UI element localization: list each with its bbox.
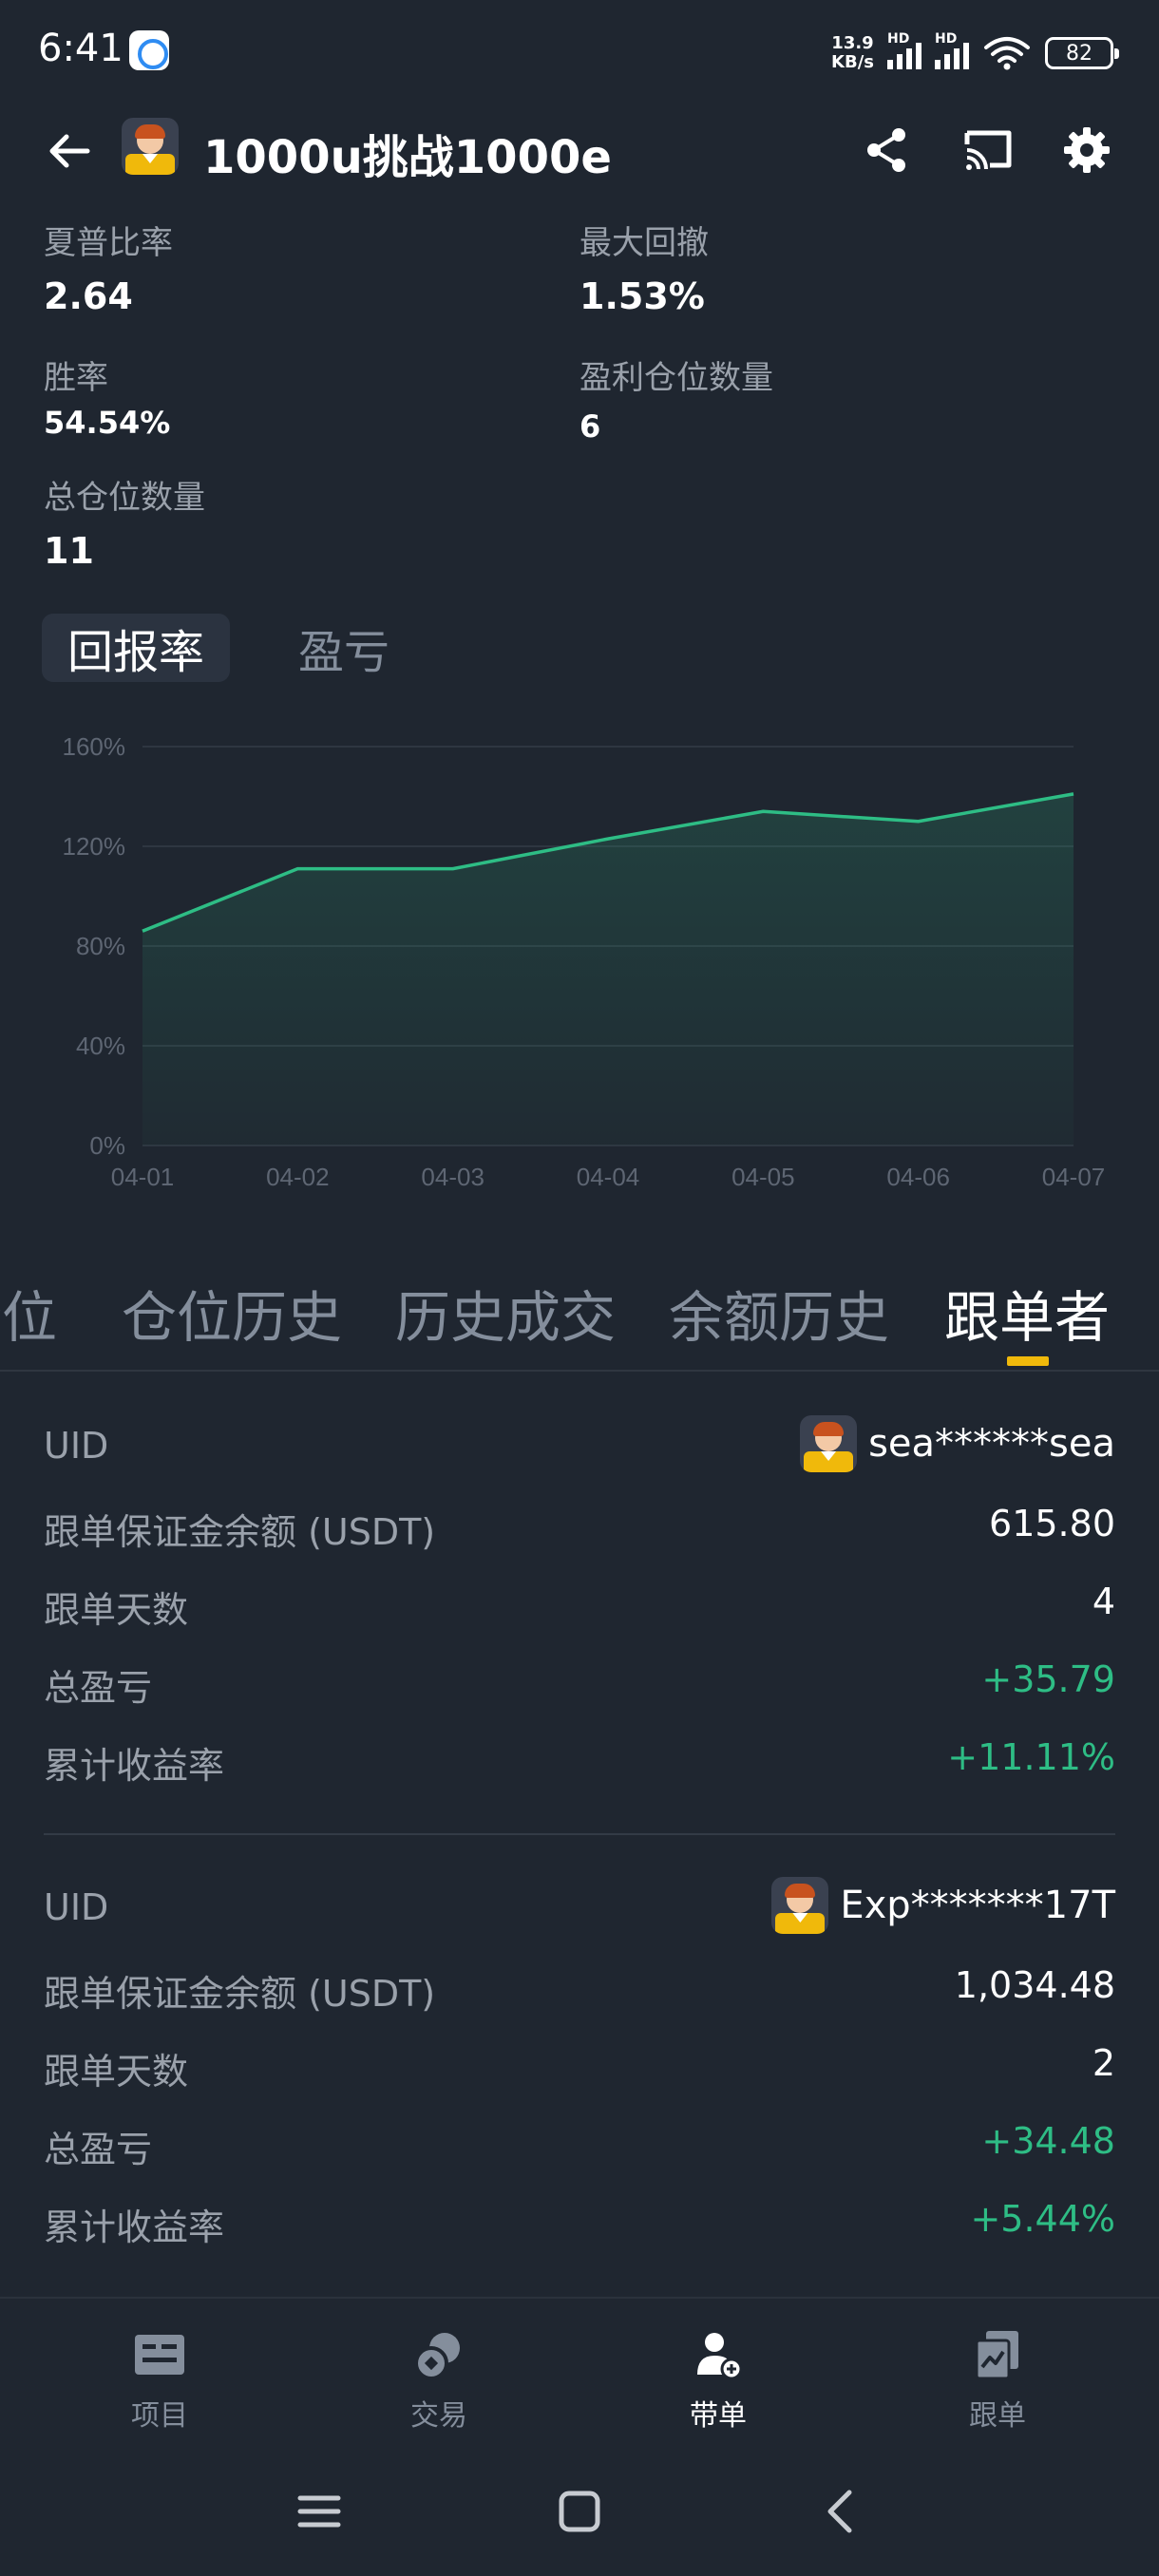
nav-trade-label: 交易 [410,2399,467,2433]
system-back-icon[interactable] [813,2483,870,2540]
tab-positions[interactable]: 仓位 [0,1273,57,1353]
follow-days-value: 2 [1092,2042,1115,2084]
cast-icon[interactable] [961,123,1015,177]
gear-icon[interactable] [1060,123,1113,177]
tab-pnl[interactable]: 盈亏 [277,614,410,682]
return-rate-chart[interactable]: 0% 40% 80% 120% 160% 04-01 04-02 04-03 04-04 04-0… [0,703,1159,1197]
hd-1-label: HD [887,31,910,47]
total-pnl-value: +34.48 [981,2120,1115,2162]
back-arrow-icon[interactable] [44,125,95,177]
cumulative-roi-label: 累计收益率 [44,1745,225,1787]
network-speed: 13.9 KB/s [831,34,874,72]
copy-trading-icon [975,2331,1018,2380]
status-time: 6:41 [38,27,124,70]
nav-lead-trading[interactable]: 带单 [633,2327,804,2441]
chart-y-tick: 160% [63,732,126,761]
chart-x-tick: 04-07 [1042,1163,1106,1191]
wifi-icon [984,37,1030,70]
share-icon[interactable] [861,123,914,177]
nav-copy-trading[interactable]: 跟单 [912,2327,1083,2441]
total-positions-label: 总仓位数量 [44,479,205,517]
projects-icon [135,2335,184,2375]
follower-uid: sea******sea [800,1415,1115,1472]
win-rate-value: 54.54% [44,405,171,441]
status-bar: 6:41 13.9 KB/s HD HD 82 [0,0,1159,104]
tab-return-rate[interactable]: 回报率 [42,614,230,682]
trader-avatar [122,118,179,175]
margin-balance-value: 615.80 [989,1503,1115,1544]
cumulative-roi-value: +5.44% [970,2198,1115,2240]
follow-days-label: 跟单天数 [44,1589,189,1631]
profit-positions-value: 6 [580,408,601,445]
signal-2-icon: HD [935,31,969,69]
home-icon[interactable] [551,2483,608,2540]
network-speed-unit: KB/s [831,52,874,72]
section-tabs: 仓位 仓位历史 历史成交 余额历史 跟单者 [0,1273,1159,1372]
chart-x-tick: 04-04 [577,1163,640,1191]
uid-value: Exp*******17T [840,1884,1115,1927]
active-tab-indicator [1007,1356,1049,1366]
tab-trade-history[interactable]: 历史成交 [395,1273,616,1353]
system-nav-bar [0,2453,1159,2576]
lead-trading-icon [697,2333,743,2380]
notification-app-icon [129,30,169,70]
signal-1-icon: HD [887,31,922,69]
follow-days-label: 跟单天数 [44,2051,189,2093]
nav-trade[interactable]: 交易 [353,2327,524,2441]
battery-icon: 82 [1045,37,1119,69]
margin-balance-value: 1,034.48 [954,1964,1115,2006]
max-drawdown-label: 最大回撤 [580,224,709,262]
network-speed-value: 13.9 [831,33,874,53]
chart-x-tick: 04-05 [732,1163,795,1191]
menu-icon[interactable] [291,2483,348,2540]
uid-label: UID [44,1425,109,1467]
card-divider [44,1833,1115,1835]
nav-projects-label: 项目 [131,2399,188,2433]
total-pnl-value: +35.79 [981,1658,1115,1700]
follower-avatar [771,1877,829,1934]
total-positions-value: 11 [44,530,94,572]
nav-copy-trading-label: 跟单 [969,2399,1026,2433]
bottom-nav: 项目 交易 带单 跟单 [0,2297,1159,2453]
win-rate-label: 胜率 [44,359,108,397]
chart-x-tick: 04-06 [886,1163,950,1191]
hd-2-label: HD [935,31,958,47]
tab-followers[interactable]: 跟单者 [944,1273,1110,1353]
total-pnl-label: 总盈亏 [44,1667,153,1709]
status-indicators: 13.9 KB/s HD HD 82 [831,31,1119,74]
uid-label: UID [44,1886,109,1928]
page: 6:41 13.9 KB/s HD HD 82 1000u挑战1000e 夏普比… [0,0,1159,2576]
page-title: 1000u挑战1000e [203,131,612,184]
nav-lead-trading-label: 带单 [690,2399,747,2433]
chart-x-tick: 04-03 [421,1163,484,1191]
battery-level: 82 [1066,41,1092,66]
cumulative-roi-value: +11.11% [947,1736,1115,1778]
chart-y-tick: 80% [76,932,125,960]
header: 1000u挑战1000e [0,104,1159,196]
chart-y-tick: 40% [76,1032,125,1060]
chart-y-tick: 120% [63,832,126,861]
cumulative-roi-label: 累计收益率 [44,2207,225,2248]
max-drawdown-value: 1.53% [580,275,705,317]
total-pnl-label: 总盈亏 [44,2129,153,2170]
chart-y-tick: 0% [89,1131,125,1160]
tab-balance-history[interactable]: 余额历史 [669,1273,889,1353]
chart-x-tick: 04-02 [266,1163,330,1191]
uid-value: sea******sea [868,1422,1115,1466]
margin-balance-label: 跟单保证金余额 (USDT) [44,1973,436,2015]
trade-icon [414,2333,460,2380]
sharpe-ratio-label: 夏普比率 [44,224,173,262]
chart-x-tick: 04-01 [111,1163,175,1191]
follower-avatar [800,1415,858,1472]
nav-projects[interactable]: 项目 [74,2327,245,2441]
margin-balance-label: 跟单保证金余额 (USDT) [44,1511,436,1553]
sharpe-ratio-value: 2.64 [44,275,133,317]
follow-days-value: 4 [1092,1581,1115,1622]
follower-uid: Exp*******17T [771,1877,1115,1934]
profit-positions-label: 盈利仓位数量 [580,359,773,397]
tab-position-history[interactable]: 仓位历史 [122,1273,342,1353]
